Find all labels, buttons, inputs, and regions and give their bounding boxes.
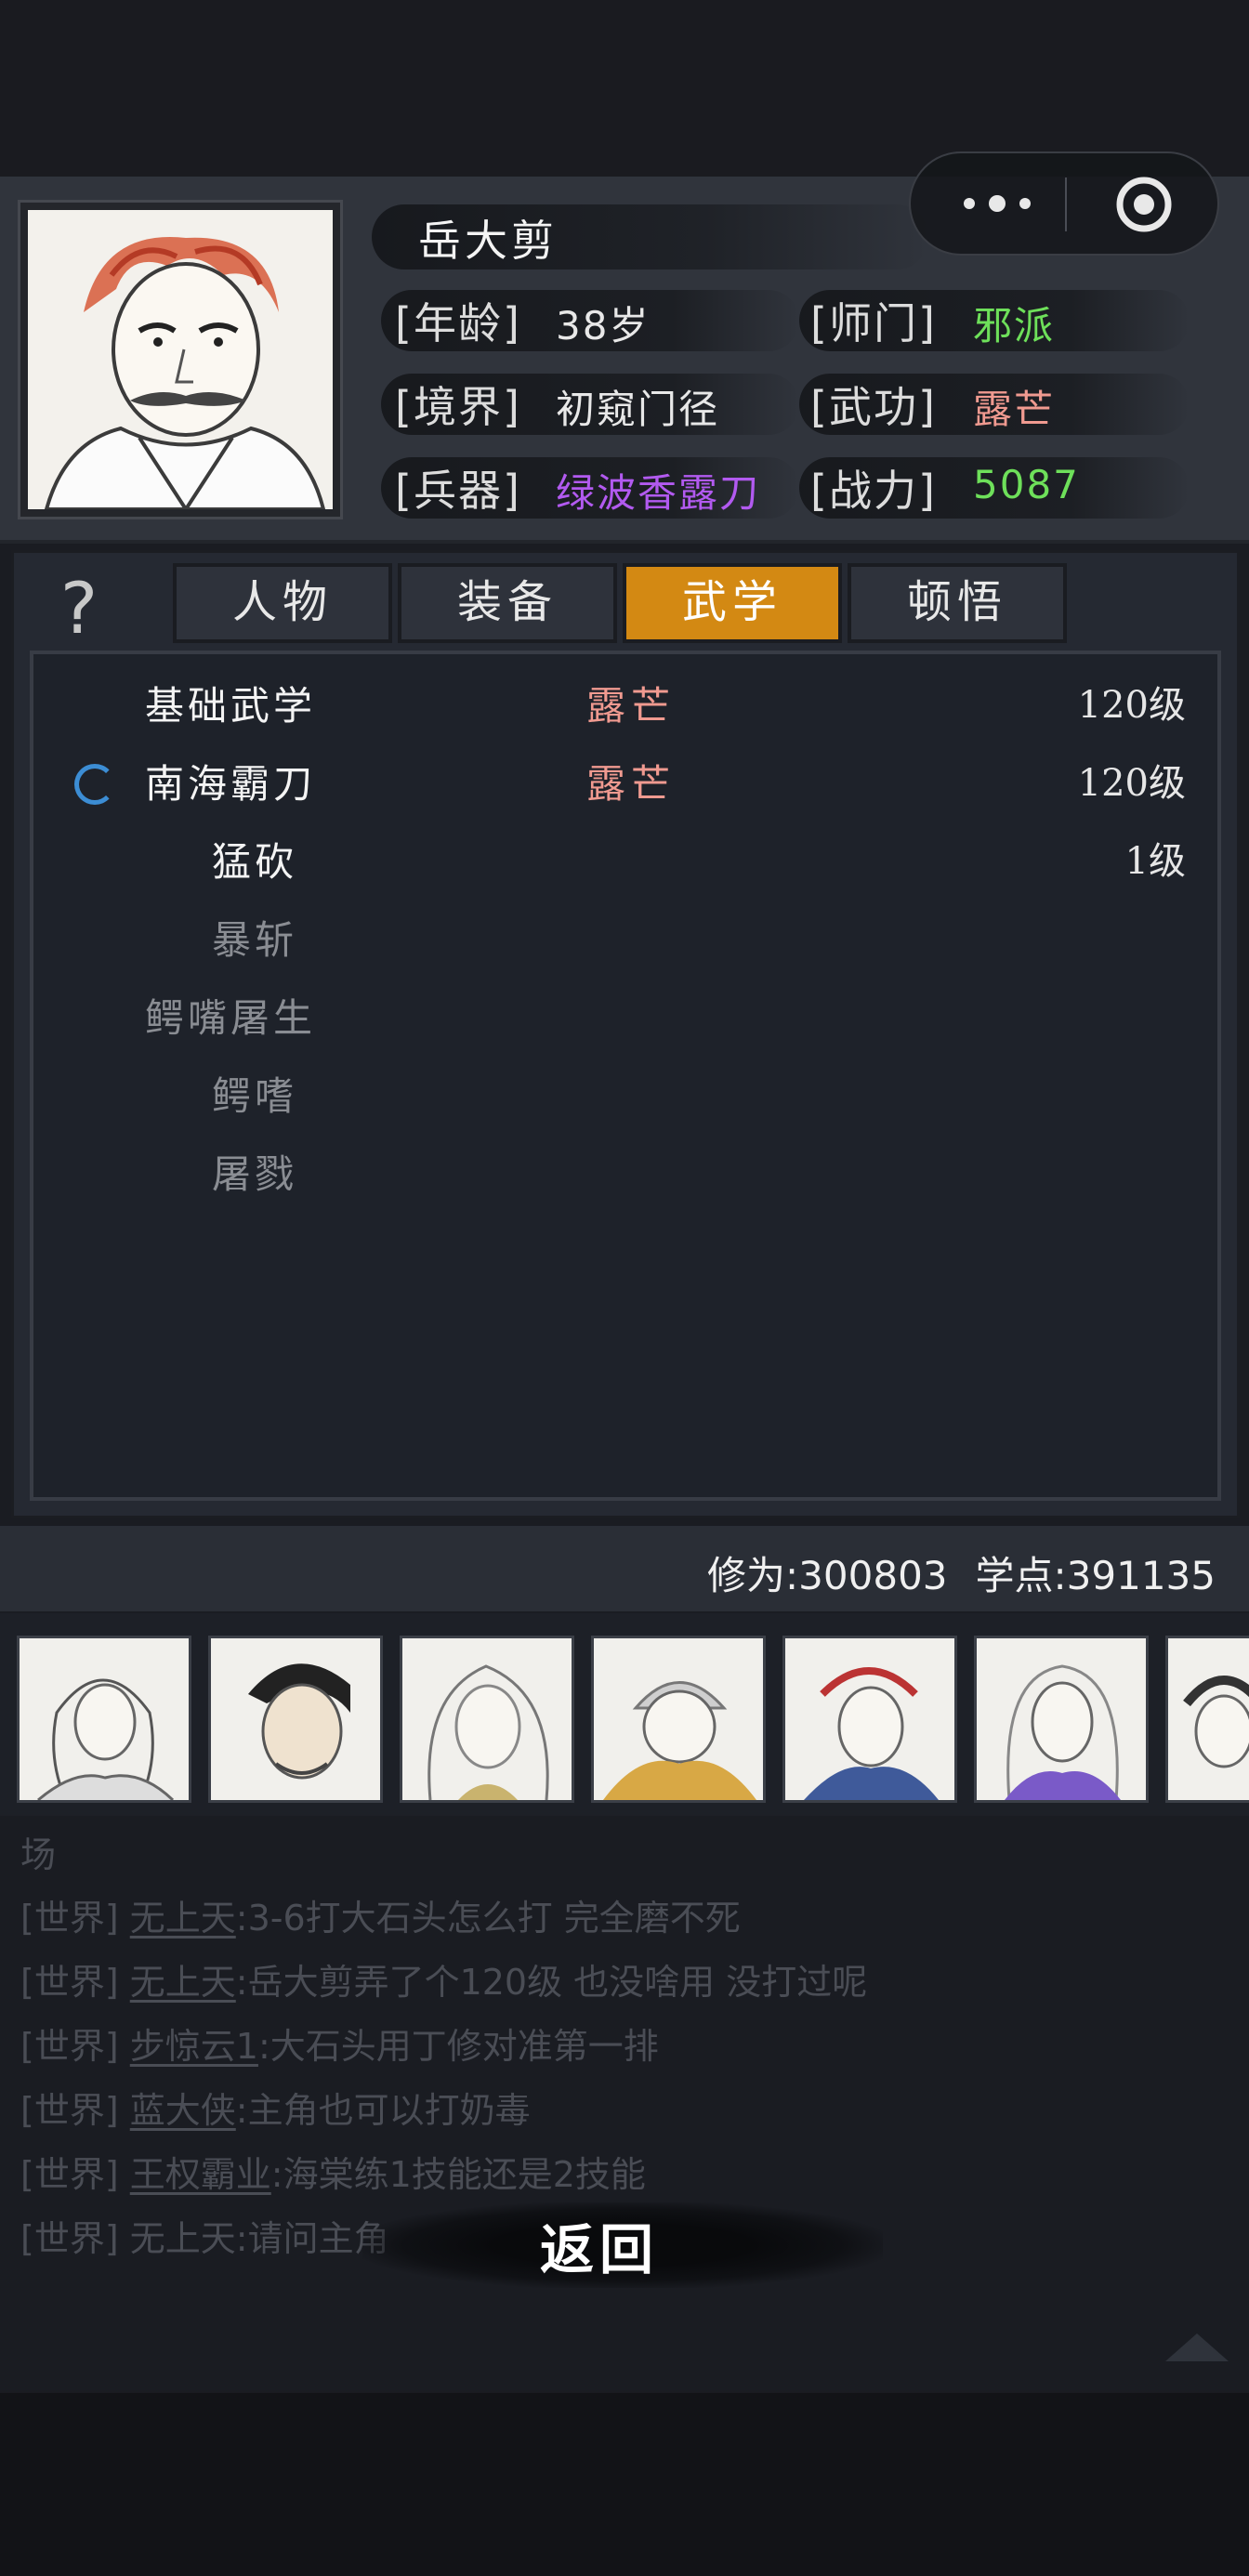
chat-channel: [世界]: [20, 1962, 119, 2003]
skill-tag: 露芒: [586, 683, 677, 729]
chat-message: [世界] 王权霸业:海棠练1技能还是2技能: [20, 2146, 646, 2197]
power-label: [战力]: [810, 466, 937, 516]
top-bar: [0, 0, 1249, 177]
martial-value: 露芒: [973, 387, 1056, 432]
chat-text: :大石头用丁修对准第一排: [257, 2026, 659, 2067]
character-name: 岳大剪: [418, 216, 558, 266]
help-icon[interactable]: ?: [46, 567, 112, 650]
tab-enlightenment[interactable]: 顿悟: [848, 563, 1067, 643]
realm-label: [境界]: [395, 382, 521, 432]
age-label: [年龄]: [395, 298, 521, 348]
stats: 修为:300803 学点:391135: [679, 1544, 1216, 1601]
character-portrait: [20, 203, 340, 517]
avatar-strip: [0, 1613, 1249, 1816]
chat-message: [世界] 蓝大侠:主角也可以打奶毒: [20, 2082, 531, 2133]
close-target-icon[interactable]: [1113, 174, 1175, 235]
skill-row[interactable]: 鳄嘴屠生: [33, 987, 1225, 1054]
skill-name: 暴斩: [212, 917, 298, 963]
more-icon[interactable]: [955, 185, 1039, 222]
skill-row[interactable]: 猛砍 1级: [33, 831, 1225, 898]
mini-program-capsule: [909, 151, 1219, 256]
chat-text: :海棠练1技能还是2技能: [270, 2154, 646, 2195]
chat-user-link[interactable]: 步惊云1: [130, 2026, 258, 2067]
bottom-bar: [0, 2393, 1249, 2576]
skill-name: 猛砍: [212, 839, 298, 885]
skill-level: 1级: [1124, 840, 1186, 883]
power-value: 5087: [973, 462, 1080, 507]
skill-level: 120级: [1077, 684, 1186, 727]
hero-avatar[interactable]: [17, 1636, 191, 1803]
chat-channel: [世界]: [20, 2026, 119, 2067]
skill-level: 120级: [1077, 762, 1186, 805]
cultivation-value: 修为:300803: [707, 1553, 948, 1598]
skill-row[interactable]: 南海霸刀 露芒 120级: [33, 753, 1225, 820]
tab-equipment[interactable]: 装备: [398, 563, 617, 643]
age-value: 38岁: [556, 303, 651, 348]
skill-name: 鳄嗜: [212, 1073, 298, 1119]
chat-partial-line: 场: [20, 1834, 57, 1875]
chat-user-link[interactable]: 王权霸业: [130, 2154, 271, 2195]
hero-avatar[interactable]: [208, 1636, 383, 1803]
martial-label: [武功]: [810, 382, 937, 432]
chat-channel: [世界]: [20, 2218, 119, 2259]
skill-name: 基础武学: [145, 683, 317, 729]
chat-user-link[interactable]: 无上天: [130, 1962, 236, 2003]
hero-avatar[interactable]: [974, 1636, 1149, 1803]
weapon-label: [兵器]: [395, 466, 521, 516]
chat-text: :岳大剪弄了个120级 也没啥用 没打过呢: [235, 1962, 868, 2003]
chat-message: [世界] 步惊云1:大石头用丁修对准第一排: [20, 2017, 659, 2069]
chat-text: :3-6打大石头怎么打 完全磨不死: [235, 1898, 741, 1939]
skill-tag: 露芒: [586, 761, 677, 807]
skill-name: 鳄嘴屠生: [145, 995, 317, 1041]
skill-row[interactable]: 基础武学 露芒 120级: [33, 675, 1225, 742]
skill-row[interactable]: 鳄嗜: [33, 1065, 1225, 1132]
hero-avatar[interactable]: [1165, 1636, 1249, 1803]
chat-channel: [世界]: [20, 2090, 119, 2131]
chat-message: [世界] 无上天:3-6打大石头怎么打 完全磨不死: [20, 1889, 741, 1940]
chat-channel: [世界]: [20, 1898, 119, 1939]
hero-avatar[interactable]: [400, 1636, 574, 1803]
skill-name: 南海霸刀: [145, 761, 317, 807]
chat-user-link[interactable]: 蓝大侠: [130, 2090, 236, 2131]
scroll-up-icon[interactable]: [1162, 2328, 1232, 2365]
equipped-indicator-icon: [74, 764, 115, 805]
weapon-value: 绿波香露刀: [556, 470, 761, 516]
chat-message: [世界] 无上天:岳大剪弄了个120级 也没啥用 没打过呢: [20, 1953, 867, 2004]
learning-points-value: 学点:391135: [975, 1553, 1216, 1598]
chat-channel: [世界]: [20, 2154, 119, 2195]
chat-user[interactable]: 无上天: [130, 2218, 236, 2259]
skill-row[interactable]: 屠戮: [33, 1143, 1225, 1210]
sect-value: 邪派: [973, 303, 1056, 348]
tab-martial-arts[interactable]: 武学: [623, 563, 842, 643]
chat-text: :主角也可以打奶毒: [235, 2090, 531, 2131]
sect-label: [师门]: [810, 298, 937, 348]
hero-avatar[interactable]: [782, 1636, 957, 1803]
tab-character[interactable]: 人物: [173, 563, 392, 643]
hero-avatar[interactable]: [591, 1636, 766, 1803]
skill-name: 屠戮: [212, 1151, 298, 1197]
chat-user-link[interactable]: 无上天: [130, 1898, 236, 1939]
chat-message: [世界] 无上天:请问主角: [20, 2210, 389, 2261]
back-button[interactable]: 返回: [520, 2206, 678, 2284]
capsule-divider: [1065, 177, 1067, 231]
skill-list: 基础武学 露芒 120级 南海霸刀 露芒 120级 猛砍 1级 暴斩 鳄嘴屠生 …: [30, 651, 1221, 1501]
realm-value: 初窥门径: [556, 387, 720, 432]
skill-row[interactable]: 暴斩: [33, 909, 1225, 976]
